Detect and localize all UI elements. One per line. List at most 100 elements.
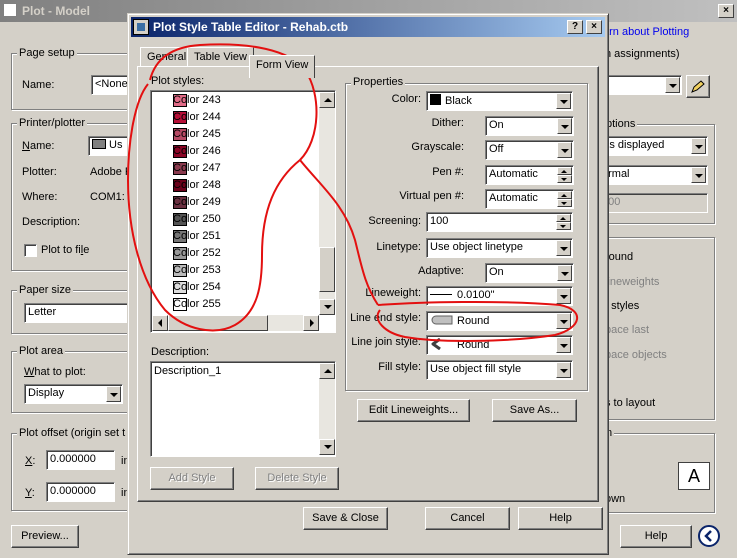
- editor-help-title-button[interactable]: ?: [567, 20, 583, 34]
- dither-select[interactable]: On: [485, 116, 574, 136]
- desc-scroll-down-button[interactable]: [319, 439, 335, 455]
- color-select[interactable]: Black: [426, 91, 573, 111]
- adaptive-label: Adaptive:: [418, 265, 464, 277]
- x-offset-input[interactable]: 0.000000: [46, 450, 115, 470]
- shade-plot-select[interactable]: As displayed: [598, 136, 708, 156]
- page-setup-right-select[interactable]: [598, 75, 682, 95]
- shade-options-label: ptions: [604, 118, 638, 130]
- scroll-right-button[interactable]: [303, 315, 319, 331]
- where-label: Where:: [22, 191, 58, 203]
- plot-option-hide-objects[interactable]: pace objects: [605, 349, 667, 361]
- line-end-style-select[interactable]: Round: [426, 311, 573, 331]
- description-scrollbar[interactable]: [319, 363, 335, 455]
- delete-style-button[interactable]: Delete Style: [255, 467, 339, 490]
- plot-styles-listbox[interactable]: Color 243 Color 244 Color 245 Color 246 …: [150, 90, 336, 333]
- list-item[interactable]: Color 247: [153, 160, 313, 177]
- plot-to-file-checkbox[interactable]: [24, 244, 37, 257]
- editor-title-bar: Plot Style Table Editor - Rehab.ctb ? ×: [131, 17, 605, 37]
- plot-close-button[interactable]: ×: [718, 4, 734, 18]
- list-item[interactable]: Color 252: [153, 245, 313, 262]
- preview-button[interactable]: Preview...: [11, 525, 79, 548]
- tab-form-view[interactable]: Form View: [249, 55, 316, 78]
- list-item[interactable]: Color 243: [153, 92, 313, 109]
- plotter-value: Adobe P: [90, 166, 133, 178]
- list-item[interactable]: Color 244: [153, 109, 313, 126]
- plot-style-table-editor: Plot Style Table Editor - Rehab.ctb ? × …: [127, 13, 609, 555]
- lineweight-select[interactable]: 0.0100": [426, 286, 573, 306]
- linetype-label: Linetype:: [376, 241, 421, 253]
- plot-option-lineweights[interactable]: lineweights: [605, 276, 659, 288]
- list-item[interactable]: Color 245: [153, 126, 313, 143]
- styles-vertical-scrollbar[interactable]: [319, 92, 335, 315]
- plot-option-save-to-layout[interactable]: s to layout: [605, 397, 655, 409]
- line-end-style-label: Line end style:: [350, 312, 421, 324]
- list-item[interactable]: Color 255: [153, 296, 313, 313]
- screening-input[interactable]: 100: [426, 212, 573, 232]
- editor-close-button[interactable]: ×: [586, 20, 602, 34]
- scroll-hthumb[interactable]: [168, 315, 268, 331]
- style-description-textarea[interactable]: Description_1: [150, 361, 336, 457]
- grayscale-label: Grayscale:: [411, 141, 464, 153]
- scroll-left-button[interactable]: [152, 315, 168, 331]
- tab-general[interactable]: General: [140, 47, 194, 67]
- tab-table-view[interactable]: Table View: [187, 47, 254, 67]
- plotter-label: Plotter:: [22, 166, 57, 178]
- list-item[interactable]: Color 254: [153, 279, 313, 296]
- learn-about-plotting-link[interactable]: arn about Plotting: [603, 26, 689, 38]
- expand-options-button[interactable]: [698, 525, 720, 547]
- adaptive-select[interactable]: On: [485, 263, 574, 283]
- cancel-button[interactable]: Cancel: [425, 507, 510, 530]
- line-join-style-label: Line join style:: [351, 336, 421, 348]
- paper-size-select[interactable]: Letter: [24, 303, 131, 323]
- save-as-button[interactable]: Save As...: [492, 399, 577, 422]
- page-setup-name-select[interactable]: <None: [91, 75, 131, 95]
- lineweight-label: Lineweight:: [365, 287, 421, 299]
- edit-lineweights-button[interactable]: Edit Lineweights...: [357, 399, 470, 422]
- virtual-pen-spinner[interactable]: Automatic: [485, 189, 574, 209]
- color-label: Color:: [391, 93, 421, 105]
- printer-plotter-label: Printer/plotter: [17, 117, 88, 129]
- styles-horizontal-scrollbar[interactable]: [152, 315, 319, 331]
- scroll-thumb[interactable]: [319, 247, 335, 292]
- editor-title: Plot Style Table Editor - Rehab.ctb: [153, 20, 349, 34]
- list-item[interactable]: Color 253: [153, 262, 313, 279]
- description-label: Description:: [22, 216, 81, 228]
- what-to-plot-select[interactable]: Display: [24, 384, 123, 404]
- list-item[interactable]: Color 251: [153, 228, 313, 245]
- list-item[interactable]: Color 250: [153, 211, 313, 228]
- quality-select[interactable]: ormal: [598, 165, 708, 185]
- paper-size-label: Paper size: [17, 284, 73, 296]
- scroll-up-button[interactable]: [319, 92, 335, 108]
- assignments-text: n assignments): [605, 48, 680, 60]
- save-close-button[interactable]: Save & Close: [303, 507, 388, 530]
- dither-label: Dither:: [431, 117, 464, 129]
- scroll-down-button[interactable]: [319, 299, 335, 315]
- plot-option-background[interactable]: round: [605, 251, 633, 263]
- x-offset-label: X:: [25, 455, 36, 467]
- linetype-select[interactable]: Use object linetype: [426, 238, 573, 258]
- y-offset-input[interactable]: 0.000000: [46, 482, 115, 502]
- y-offset-label: Y:: [25, 487, 35, 499]
- desc-scroll-up-button[interactable]: [319, 363, 335, 379]
- plot-help-button[interactable]: Help: [620, 525, 692, 548]
- line-join-style-select[interactable]: Round: [426, 335, 573, 355]
- add-style-button[interactable]: Add Style: [150, 467, 234, 490]
- virtual-pen-label: Virtual pen #:: [399, 190, 464, 202]
- list-item[interactable]: Color 248: [153, 177, 313, 194]
- fill-style-select[interactable]: Use object fill style: [426, 360, 573, 380]
- list-item[interactable]: Color 246: [153, 143, 313, 160]
- color-swatch: [430, 94, 441, 105]
- help-button[interactable]: Help: [518, 507, 603, 530]
- plot-option-paperspace-last[interactable]: pace last: [605, 324, 649, 336]
- screening-label: Screening:: [368, 215, 421, 227]
- list-item[interactable]: Color 249: [153, 194, 313, 211]
- printer-name-select[interactable]: Us: [88, 136, 131, 156]
- plot-option-styles[interactable]: t styles: [605, 300, 639, 312]
- grayscale-select[interactable]: Off: [485, 140, 574, 160]
- what-to-plot-label: What to plot:: [24, 366, 86, 378]
- pen-number-spinner[interactable]: Automatic: [485, 165, 574, 185]
- round-join-icon: [431, 337, 441, 351]
- fill-style-label: Fill style:: [378, 361, 421, 373]
- add-page-setup-button[interactable]: [686, 75, 710, 98]
- plot-window-title: Plot - Model: [22, 4, 90, 18]
